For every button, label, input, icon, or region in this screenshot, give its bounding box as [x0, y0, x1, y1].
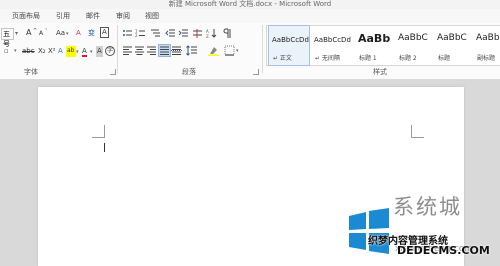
decrease-indent-icon[interactable] [165, 28, 176, 39]
style-preview: AaBbCcDd [314, 36, 351, 44]
grow-font-arrow-icon: ^ [33, 28, 38, 34]
style-preview: AaBb [358, 32, 391, 45]
text-highlight-button[interactable]: ab [66, 46, 76, 57]
svg-text:2: 2 [135, 33, 138, 38]
style-preview: AaBbC [398, 33, 428, 43]
tab-mailings[interactable]: 邮件 [86, 11, 100, 21]
char-border-button[interactable]: A [100, 27, 109, 38]
sort-icon[interactable]: AZ [206, 28, 217, 39]
font-color-dropdown-icon[interactable]: ▾ [90, 47, 93, 58]
justify-icon[interactable] [158, 44, 171, 57]
svg-text:Z: Z [206, 34, 209, 39]
style-preview: AaBbC [476, 33, 500, 43]
subscript-button[interactable]: X₂ [38, 46, 46, 57]
font-group-label: 字体 [24, 68, 38, 76]
bold-dropdown-icon[interactable]: ▾ [14, 46, 17, 57]
watermark-overlay: 系统城 xitongcheng.com 织梦内容管理系统 DEDECMS.COM [345, 194, 500, 266]
style-subtitle[interactable]: AaBbC 副标题 [473, 26, 500, 65]
font-size-select[interactable]: 五号 [1, 28, 14, 48]
clear-format-button[interactable]: A [76, 28, 81, 39]
tab-review[interactable]: 审阅 [116, 11, 130, 21]
char-shading-button[interactable]: A [96, 46, 103, 57]
bullets-icon[interactable] [122, 28, 133, 39]
distributed-icon[interactable] [171, 45, 182, 56]
style-preview: AaBbC [437, 33, 467, 43]
styles-group-label: 样式 [373, 68, 387, 76]
font-color-button[interactable]: A [82, 46, 87, 57]
style-normal[interactable]: AaBbCcDd ↵ 正文 [268, 25, 310, 66]
style-name: 副标题 [477, 55, 496, 62]
line-spacing-icon[interactable] [186, 45, 197, 56]
numbering-icon[interactable]: 12 [135, 28, 146, 39]
style-heading-2[interactable]: AaBbC 标题 2 [395, 26, 431, 65]
windows-logo-icon [349, 208, 389, 254]
crop-mark-top-right [411, 125, 424, 138]
tab-view[interactable]: 视图 [145, 11, 159, 21]
style-name: ↵ 无间隔 [315, 55, 340, 62]
ribbon-tab-bar: 页面布局 引用 邮件 审阅 视图 [0, 9, 500, 24]
style-no-spacing[interactable]: AaBbCcDd ↵ 无间隔 [311, 26, 353, 65]
font-size-dropdown-icon[interactable]: ▾ [15, 29, 18, 40]
show-marks-icon[interactable] [222, 28, 233, 39]
document-area: 系统城 xitongcheng.com 织梦内容管理系统 DEDECMS.COM [0, 79, 500, 266]
group-divider [117, 25, 118, 73]
change-case-button[interactable]: Aa [56, 28, 65, 39]
style-heading-1[interactable]: AaBb 标题 1 [355, 26, 391, 65]
text-effects-button[interactable]: A [58, 46, 63, 57]
strikethrough-button[interactable]: abc [22, 46, 35, 57]
styles-gallery: AaBbCcDd ↵ 正文 AaBbCcDd ↵ 无间隔 AaBb 标题 1 A… [266, 25, 500, 66]
highlight-dropdown-icon[interactable]: ▾ [76, 47, 79, 58]
style-name: 标题 2 [399, 55, 417, 62]
multilevel-list-icon[interactable] [150, 28, 161, 39]
align-left-icon[interactable] [122, 45, 133, 56]
shading-icon[interactable] [208, 45, 219, 56]
paragraph-dialog-launcher-icon[interactable] [253, 69, 259, 75]
style-name: 标题 1 [359, 55, 377, 62]
crop-mark-top-left [92, 125, 105, 138]
shrink-font-button[interactable]: A [39, 29, 43, 40]
superscript-button[interactable]: X² [48, 46, 56, 57]
borders-icon[interactable] [224, 45, 235, 56]
align-center-icon[interactable] [134, 45, 145, 56]
borders-dropdown-icon[interactable]: ▾ [236, 46, 239, 57]
paragraph-group-label: 段落 [182, 68, 196, 76]
style-name: 标题 [438, 55, 451, 62]
phonetic-guide-button[interactable]: 变 [88, 28, 95, 39]
title-bar: 新建 Microsoft Word 文档.docx - Microsoft Wo… [0, 0, 500, 9]
ribbon: 五号 ▾ A ^ A ˇ Aa ▾ A 变 A ▫ ▾ abc X₂ X² A … [0, 23, 500, 80]
tab-references[interactable]: 引用 [56, 11, 70, 21]
style-name: ↵ 正文 [273, 55, 292, 62]
style-preview: AaBbCcDd [272, 36, 309, 44]
font-dialog-launcher-icon[interactable] [110, 69, 116, 75]
change-case-dropdown-icon[interactable]: ▾ [66, 29, 69, 40]
font-color-swatch-icon: ▫ [4, 47, 9, 55]
increase-indent-icon[interactable] [178, 28, 189, 39]
chinese-layout-icon[interactable] [192, 28, 203, 39]
group-divider [262, 25, 263, 73]
align-right-icon[interactable] [146, 45, 157, 56]
style-title[interactable]: AaBbC 标题 [434, 26, 470, 65]
tab-page-layout[interactable]: 页面布局 [12, 11, 40, 21]
window-title: 新建 Microsoft Word 文档.docx - Microsoft Wo… [168, 0, 332, 8]
enclose-char-button[interactable]: 字 [105, 46, 115, 56]
text-cursor [104, 143, 105, 152]
watermark-brand: 系统城 [393, 195, 462, 219]
watermark-overlay-en: DEDECMS.COM [397, 244, 490, 257]
shrink-font-arrow-icon: ˇ [45, 29, 48, 35]
grow-font-button[interactable]: A [26, 28, 31, 39]
